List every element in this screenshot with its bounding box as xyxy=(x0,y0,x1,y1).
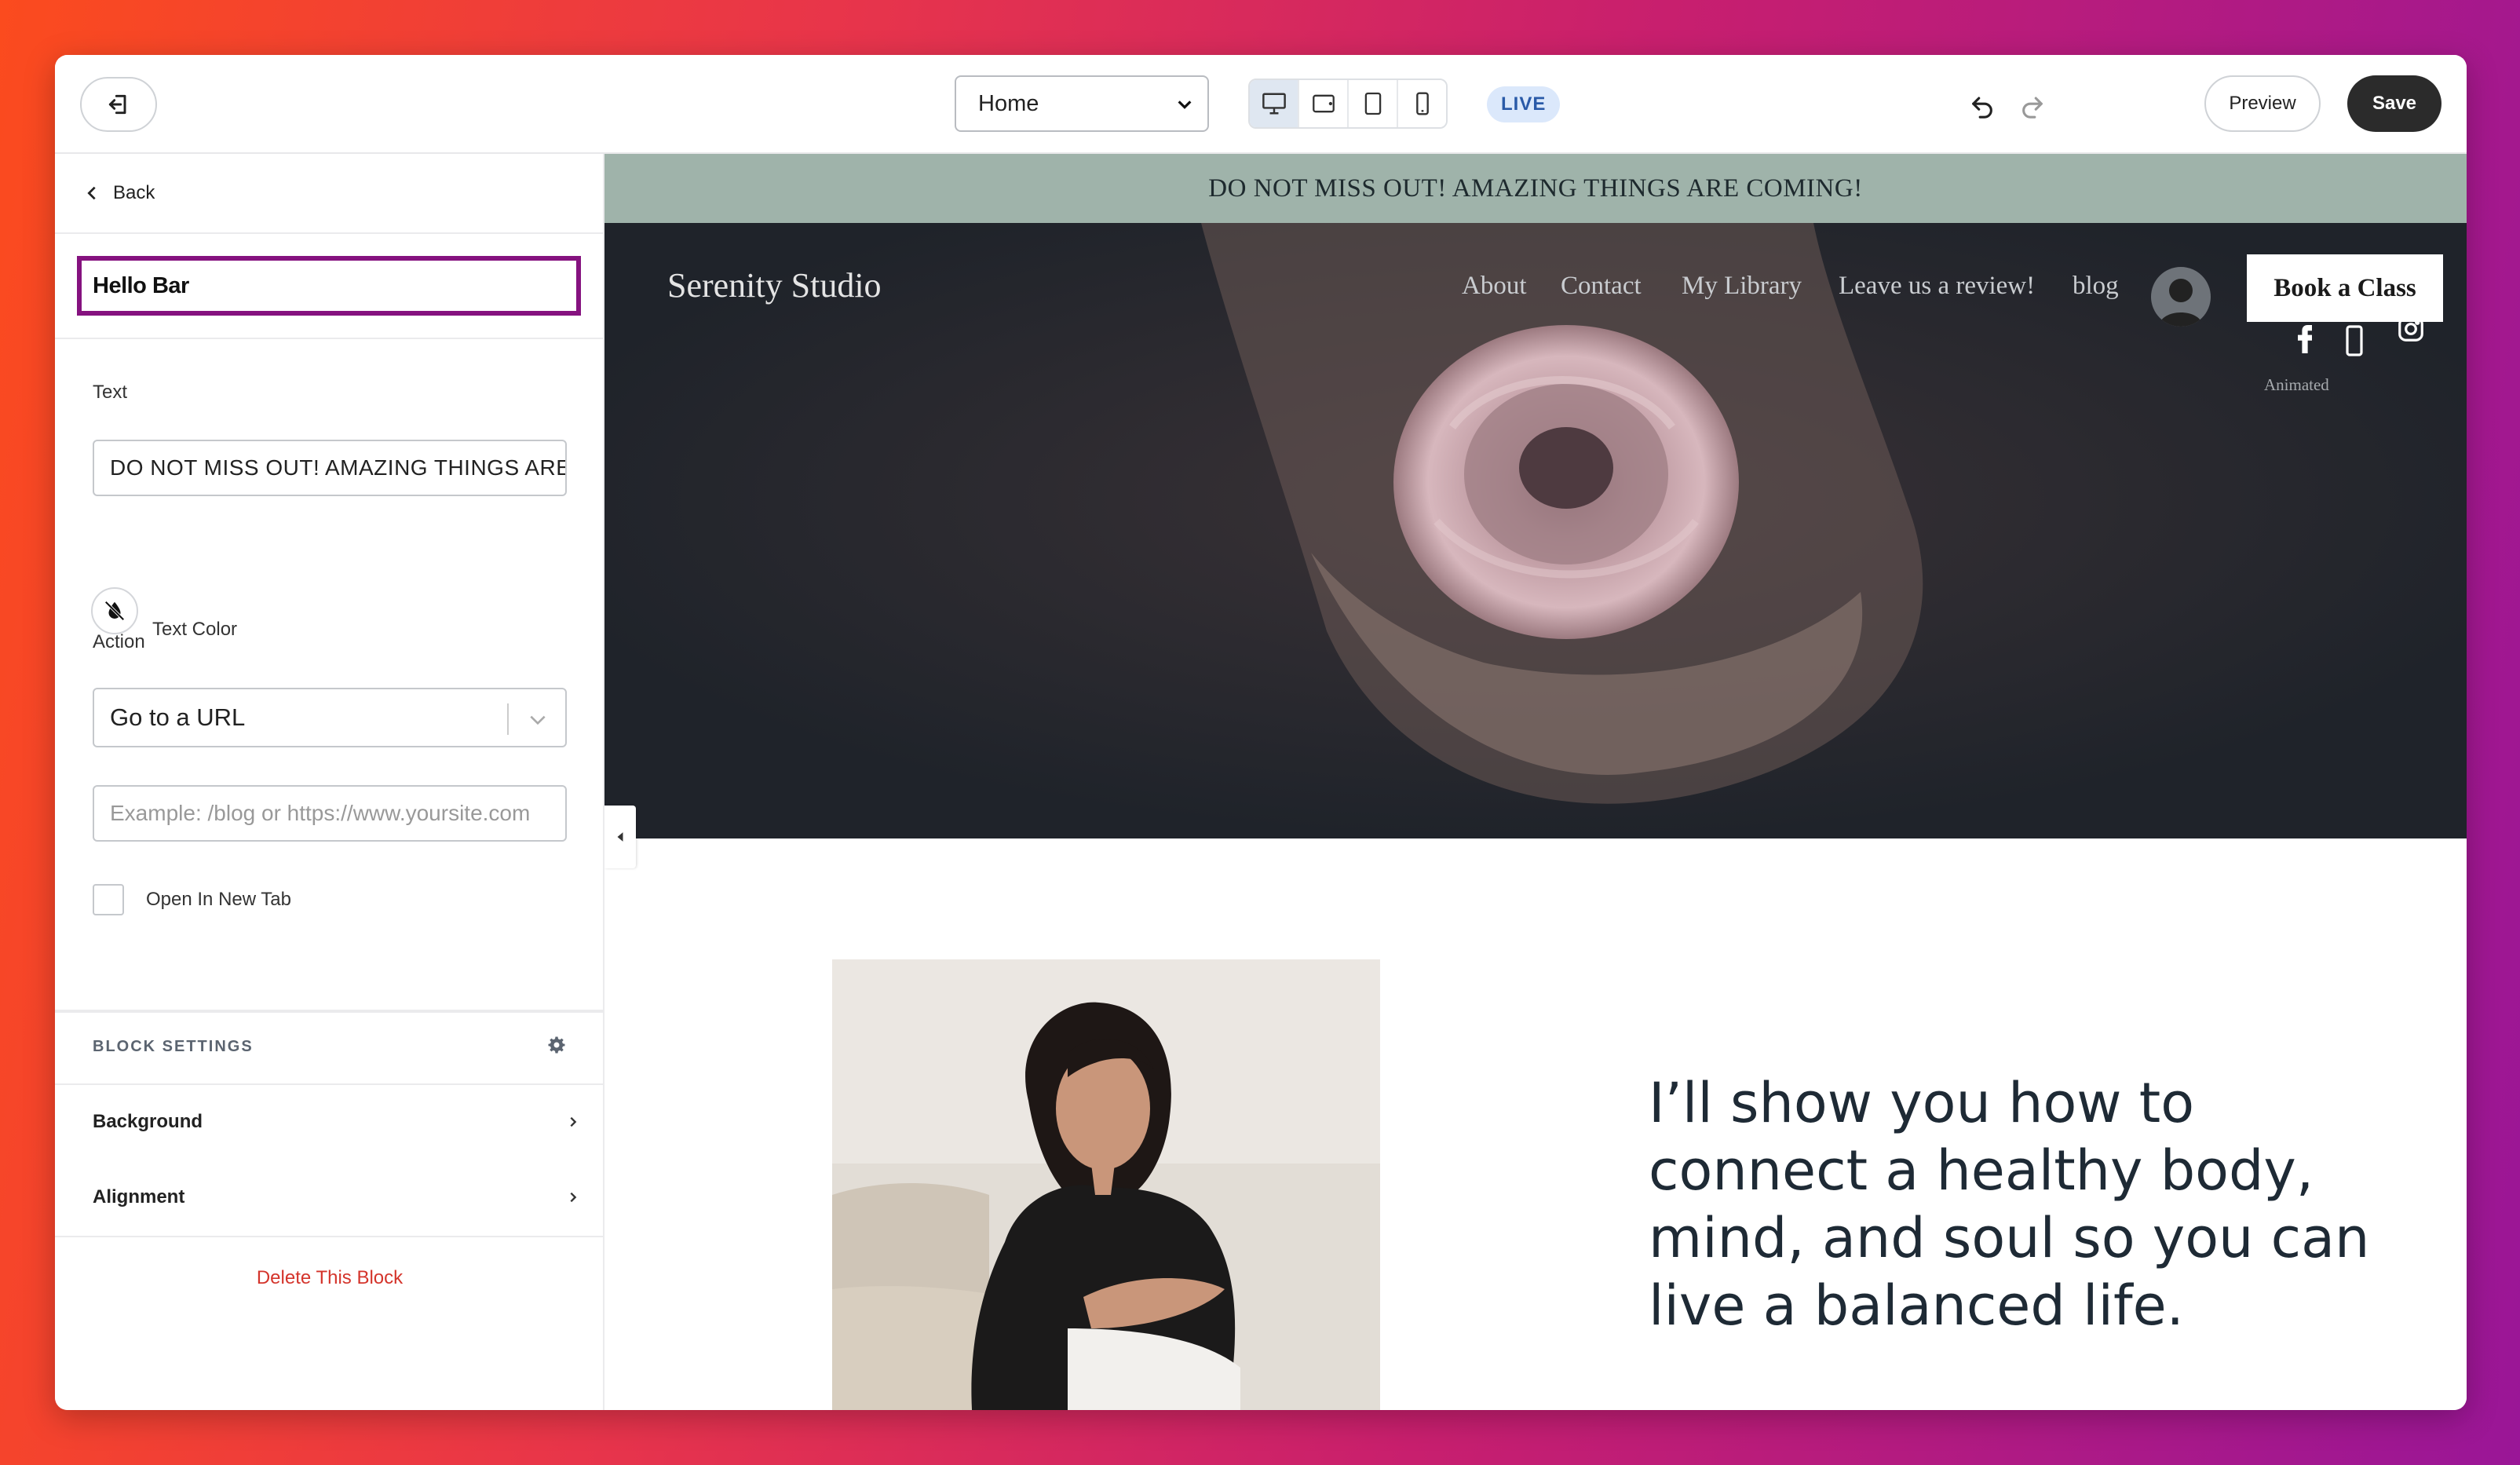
delete-block-link[interactable]: Delete This Block xyxy=(55,1267,604,1289)
portrait-image[interactable] xyxy=(832,959,1380,1410)
block-settings-sidebar: Back Hello Bar Text DO NOT MISS OUT! AMA… xyxy=(55,154,604,1410)
nav-link-about[interactable]: About xyxy=(1462,272,1527,301)
device-tablet-portrait-button[interactable] xyxy=(1349,80,1398,127)
url-input[interactable]: Example: /blog or https://www.yoursite.c… xyxy=(93,785,567,842)
page-select[interactable]: Home xyxy=(955,75,1209,132)
top-toolbar: Home LIVE Preview Save xyxy=(55,55,2467,154)
background-setting-row[interactable]: Background xyxy=(93,1102,579,1142)
chevron-right-icon xyxy=(570,1116,577,1127)
page-select-value: Home xyxy=(978,90,1039,116)
block-title-input[interactable]: Hello Bar xyxy=(77,256,581,316)
block-settings-gear-button[interactable] xyxy=(543,1032,570,1058)
gear-icon xyxy=(548,1036,565,1054)
divider xyxy=(55,338,604,339)
device-desktop-button[interactable] xyxy=(1250,80,1299,127)
sidebar-collapse-toggle[interactable] xyxy=(604,806,636,868)
exit-editor-icon xyxy=(108,94,126,115)
hello-bar[interactable]: DO NOT MISS OUT! AMAZING THINGS ARE COMI… xyxy=(604,154,2467,223)
portrait-photo xyxy=(832,959,1380,1410)
back-label: Back xyxy=(113,182,155,203)
facebook-icon[interactable] xyxy=(2295,325,2314,353)
undo-button[interactable] xyxy=(1963,86,2002,126)
text-field-label: Text xyxy=(93,382,128,403)
desktop-icon xyxy=(1262,93,1286,115)
open-new-tab-label: Open In New Tab xyxy=(146,889,292,910)
book-class-button[interactable]: Book a Class xyxy=(2247,254,2443,322)
text-color-label: Text Color xyxy=(152,619,238,640)
text-color-swatch[interactable] xyxy=(91,587,138,634)
hero-section: Serenity Studio About Contact My Library… xyxy=(604,223,2467,838)
background-setting-label: Background xyxy=(93,1111,203,1132)
mobile-icon xyxy=(1415,92,1429,115)
divider xyxy=(55,1083,604,1085)
no-color-icon xyxy=(104,601,125,621)
redo-button[interactable] xyxy=(2013,86,2052,126)
redo-icon xyxy=(2022,97,2043,119)
divider xyxy=(55,1236,604,1237)
instagram-icon[interactable] xyxy=(2396,314,2426,344)
editor-window: Home LIVE Preview Save Back Hello Bar Te… xyxy=(55,55,2467,1410)
select-divider xyxy=(507,703,509,735)
user-icon xyxy=(2159,279,2203,327)
action-field-label: Action xyxy=(93,631,145,652)
nav-link-library[interactable]: My Library xyxy=(1682,272,1802,301)
alignment-setting-label: Alignment xyxy=(93,1186,185,1207)
animated-label: Animated xyxy=(2264,375,2329,394)
site-title[interactable]: Serenity Studio xyxy=(667,265,882,305)
action-select[interactable]: Go to a URL xyxy=(93,688,567,747)
chevron-down-icon xyxy=(1178,100,1192,109)
action-select-value: Go to a URL xyxy=(110,703,246,731)
live-status-badge: LIVE xyxy=(1487,86,1561,122)
nav-link-blog[interactable]: blog xyxy=(2073,272,2119,301)
open-new-tab-checkbox[interactable] xyxy=(93,884,124,915)
device-switcher xyxy=(1248,79,1448,129)
site-preview-canvas: DO NOT MISS OUT! AMAZING THINGS ARE COMI… xyxy=(604,154,2467,1410)
account-avatar[interactable] xyxy=(2151,267,2211,327)
device-mobile-button[interactable] xyxy=(1398,80,1446,127)
undo-icon xyxy=(1972,97,1992,119)
divider xyxy=(55,232,604,234)
chevron-left-icon xyxy=(87,186,96,200)
nav-link-contact[interactable]: Contact xyxy=(1561,272,1642,301)
tablet-landscape-icon xyxy=(1312,94,1335,113)
hello-bar-text-input[interactable]: DO NOT MISS OUT! AMAZING THINGS ARE COMI… xyxy=(93,440,567,496)
block-settings-heading: BLOCK SETTINGS xyxy=(93,1038,254,1055)
divider xyxy=(55,1011,604,1013)
chevron-right-icon xyxy=(570,1192,577,1203)
exit-editor-button[interactable] xyxy=(80,77,157,132)
alignment-setting-row[interactable]: Alignment xyxy=(93,1178,579,1217)
device-tablet-landscape-button[interactable] xyxy=(1299,80,1349,127)
preview-button[interactable]: Preview xyxy=(2204,75,2321,132)
back-button[interactable]: Back xyxy=(83,154,578,232)
nav-link-review[interactable]: Leave us a review! xyxy=(1839,272,2035,301)
section-headline: I’ll show you how to connect a healthy b… xyxy=(1649,1071,2370,1338)
phone-icon[interactable] xyxy=(2346,325,2363,356)
save-button[interactable]: Save xyxy=(2347,75,2441,132)
caret-left-icon xyxy=(617,832,623,842)
divider xyxy=(55,1010,604,1011)
chevron-down-icon xyxy=(530,715,546,725)
tablet-portrait-icon xyxy=(1364,92,1381,115)
